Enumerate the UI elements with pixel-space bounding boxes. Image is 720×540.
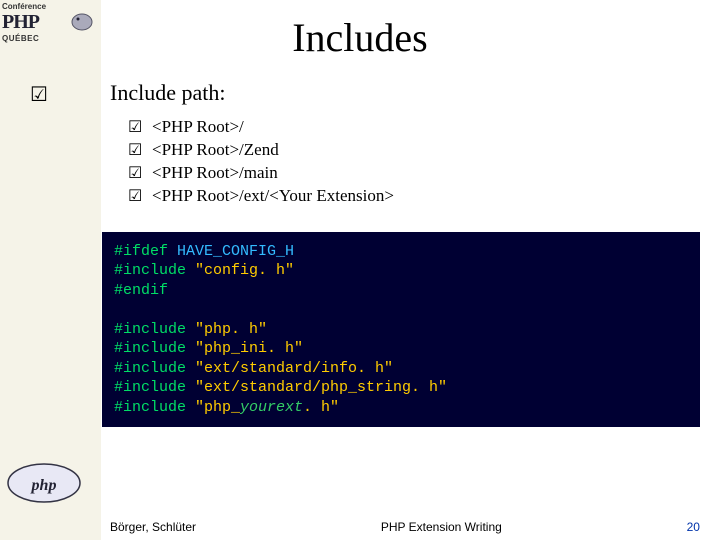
path-item: ☑ <PHP Root>/	[128, 116, 700, 139]
footer-authors: Börger, Schlüter	[110, 520, 196, 534]
code-keyword: #endif	[114, 282, 168, 299]
code-keyword: #include	[114, 262, 195, 279]
code-keyword: #include	[114, 360, 195, 377]
checkbox-icon: ☑	[128, 140, 152, 162]
code-string: "php_ini. h"	[195, 340, 303, 357]
code-keyword: #include	[114, 399, 195, 416]
path-item: ☑ <PHP Root>/Zend	[128, 139, 700, 162]
code-placeholder: yourext	[240, 399, 303, 416]
path-text: <PHP Root>/	[152, 116, 244, 139]
slide-content: ☑ Include path: ☑ <PHP Root>/ ☑ <PHP Roo…	[110, 80, 700, 427]
code-macro: HAVE_CONFIG_H	[177, 243, 294, 260]
path-text: <PHP Root>/main	[152, 162, 278, 185]
path-item: ☑ <PHP Root>/main	[128, 162, 700, 185]
code-keyword: #include	[114, 321, 195, 338]
checkbox-icon: ☑	[128, 163, 152, 185]
code-string: "php_	[195, 399, 240, 416]
slide-footer: Börger, Schlüter PHP Extension Writing 2…	[110, 520, 700, 534]
footer-title: PHP Extension Writing	[381, 520, 502, 534]
section-heading: ☑ Include path:	[110, 80, 700, 106]
checkbox-icon: ☑	[30, 82, 48, 107]
path-item: ☑ <PHP Root>/ext/<Your Extension>	[128, 185, 700, 208]
code-keyword: #include	[114, 379, 195, 396]
code-string: "config. h"	[195, 262, 294, 279]
code-string: "php. h"	[195, 321, 267, 338]
php-logo-icon: php	[4, 461, 84, 510]
checkbox-icon: ☑	[128, 186, 152, 208]
include-path-list: ☑ <PHP Root>/ ☑ <PHP Root>/Zend ☑ <PHP R…	[128, 116, 700, 208]
path-text: <PHP Root>/Zend	[152, 139, 279, 162]
checkbox-icon: ☑	[128, 117, 152, 139]
slide-title: Includes	[0, 14, 720, 61]
code-keyword: #ifdef	[114, 243, 177, 260]
code-string: "ext/standard/info. h"	[195, 360, 393, 377]
path-text: <PHP Root>/ext/<Your Extension>	[152, 185, 394, 208]
section-heading-text: Include path:	[110, 80, 225, 105]
code-keyword: #include	[114, 340, 195, 357]
code-string: . h"	[303, 399, 339, 416]
code-block: #ifdef HAVE_CONFIG_H #include "config. h…	[102, 232, 700, 428]
footer-page-number: 20	[687, 520, 700, 534]
svg-text:php: php	[30, 477, 57, 494]
code-string: "ext/standard/php_string. h"	[195, 379, 447, 396]
